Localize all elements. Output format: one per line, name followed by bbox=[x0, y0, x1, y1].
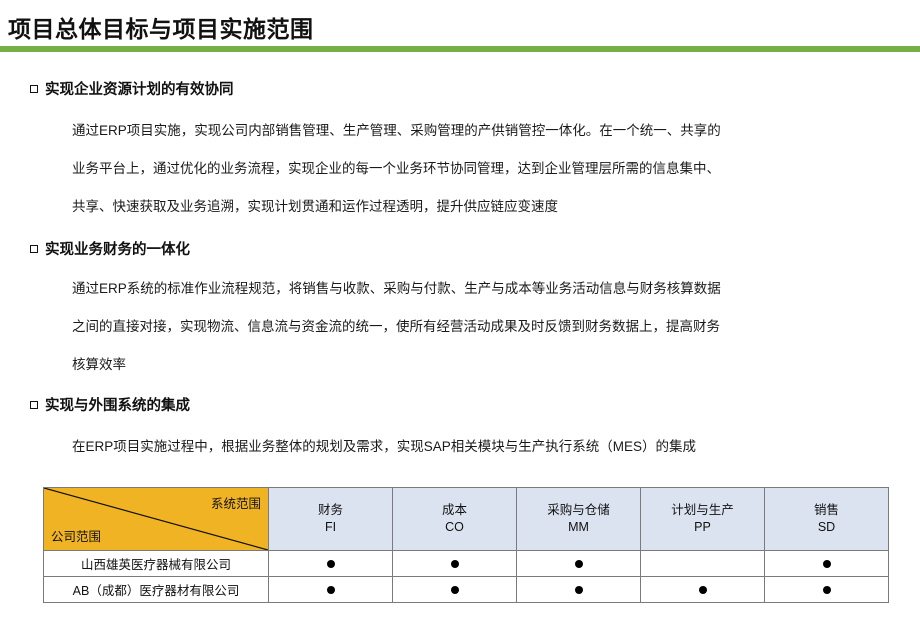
cell-row2-pp bbox=[640, 576, 765, 603]
row-label-company-2: AB（成都）医疗器材有限公司 bbox=[43, 576, 269, 603]
title-divider bbox=[0, 46, 920, 52]
column-header-pp-code: PP bbox=[694, 520, 711, 534]
cell-row1-sd bbox=[764, 550, 889, 577]
cell-row1-pp bbox=[640, 550, 765, 577]
cell-row2-fi bbox=[268, 576, 393, 603]
column-header-co: 成本 CO bbox=[392, 487, 517, 551]
scope-dot-icon bbox=[574, 585, 583, 594]
cell-row1-co bbox=[392, 550, 517, 577]
column-header-mm: 采购与仓储 MM bbox=[516, 487, 641, 551]
column-header-mm-name: 采购与仓储 bbox=[547, 503, 610, 517]
column-header-fi: 财务 FI bbox=[268, 487, 393, 551]
section-paragraph-2: 通过ERP系统的标准作业流程规范，将销售与收款、采购与付款、生产与成本等业务活动… bbox=[72, 270, 908, 384]
table-row: 山西雄英医疗器械有限公司 bbox=[43, 550, 889, 577]
paragraph-line: 在ERP项目实施过程中，根据业务整体的规划及需求，实现SAP相关模块与生产执行系… bbox=[72, 439, 697, 454]
cell-row1-fi bbox=[268, 550, 393, 577]
section-paragraph-1: 通过ERP项目实施，实现公司内部销售管理、生产管理、采购管理的产供销管控一体化。… bbox=[72, 112, 908, 226]
paragraph-line: 共享、快速获取及业务追溯，实现计划贯通和运作过程透明，提升供应链应变速度 bbox=[72, 199, 558, 214]
square-bullet-icon bbox=[30, 245, 38, 253]
corner-company-scope-label: 公司范围 bbox=[51, 530, 102, 544]
paragraph-line: 之间的直接对接，实现物流、信息流与资金流的统一，使所有经营活动成果及时反馈到财务… bbox=[72, 319, 720, 334]
section-heading-3-text: 实现与外围系统的集成 bbox=[45, 398, 190, 414]
paragraph-line: 业务平台上，通过优化的业务流程，实现企业的每一个业务环节协同管理，达到企业管理层… bbox=[72, 161, 720, 176]
scope-dot-icon bbox=[822, 559, 831, 568]
row-label-company-1: 山西雄英医疗器械有限公司 bbox=[43, 550, 269, 577]
section-heading-1: 实现企业资源计划的有效协同 bbox=[30, 80, 234, 100]
table-header-row: 系统范围 公司范围 财务 FI 成本 CO 采购与仓储 MM 计划与生产 PP … bbox=[43, 487, 889, 551]
column-header-fi-code: FI bbox=[324, 520, 337, 534]
table-row: AB（成都）医疗器材有限公司 bbox=[43, 576, 889, 603]
scope-dot-icon bbox=[822, 585, 831, 594]
table-corner-cell: 系统范围 公司范围 bbox=[43, 487, 269, 551]
cell-row2-co bbox=[392, 576, 517, 603]
column-header-co-name: 成本 bbox=[441, 503, 467, 517]
section-paragraph-3: 在ERP项目实施过程中，根据业务整体的规划及需求，实现SAP相关模块与生产执行系… bbox=[72, 428, 908, 466]
section-heading-1-text: 实现企业资源计划的有效协同 bbox=[45, 82, 234, 98]
column-header-sd: 销售 SD bbox=[764, 487, 889, 551]
scope-dot-icon bbox=[450, 559, 459, 568]
paragraph-line: 通过ERP系统的标准作业流程规范，将销售与收款、采购与付款、生产与成本等业务活动… bbox=[72, 281, 721, 296]
column-header-sd-code: SD bbox=[817, 520, 836, 534]
corner-system-scope-label: 系统范围 bbox=[210, 497, 261, 511]
column-header-mm-code: MM bbox=[568, 520, 589, 534]
scope-dot-icon bbox=[326, 585, 335, 594]
cell-row2-mm bbox=[516, 576, 641, 603]
page-title: 项目总体目标与项目实施范围 bbox=[8, 16, 314, 42]
paragraph-line: 核算效率 bbox=[72, 357, 126, 372]
column-header-pp-name: 计划与生产 bbox=[671, 503, 734, 517]
scope-dot-icon bbox=[574, 559, 583, 568]
square-bullet-icon bbox=[30, 85, 38, 93]
section-heading-3: 实现与外围系统的集成 bbox=[30, 396, 190, 416]
scope-dot-icon bbox=[699, 560, 707, 568]
column-header-sd-name: 销售 bbox=[813, 503, 839, 517]
cell-row2-sd bbox=[764, 576, 889, 603]
column-header-fi-name: 财务 bbox=[317, 503, 343, 517]
scope-dot-icon bbox=[326, 559, 335, 568]
column-header-pp: 计划与生产 PP bbox=[640, 487, 765, 551]
scope-matrix-table: 系统范围 公司范围 财务 FI 成本 CO 采购与仓储 MM 计划与生产 PP … bbox=[43, 487, 889, 603]
square-bullet-icon bbox=[30, 401, 38, 409]
section-heading-2: 实现业务财务的一体化 bbox=[30, 240, 190, 260]
cell-row1-mm bbox=[516, 550, 641, 577]
column-header-co-code: CO bbox=[445, 520, 464, 534]
scope-dot-icon bbox=[698, 585, 707, 594]
scope-dot-icon bbox=[450, 585, 459, 594]
paragraph-line: 通过ERP项目实施，实现公司内部销售管理、生产管理、采购管理的产供销管控一体化。… bbox=[72, 123, 721, 138]
section-heading-2-text: 实现业务财务的一体化 bbox=[45, 242, 190, 258]
